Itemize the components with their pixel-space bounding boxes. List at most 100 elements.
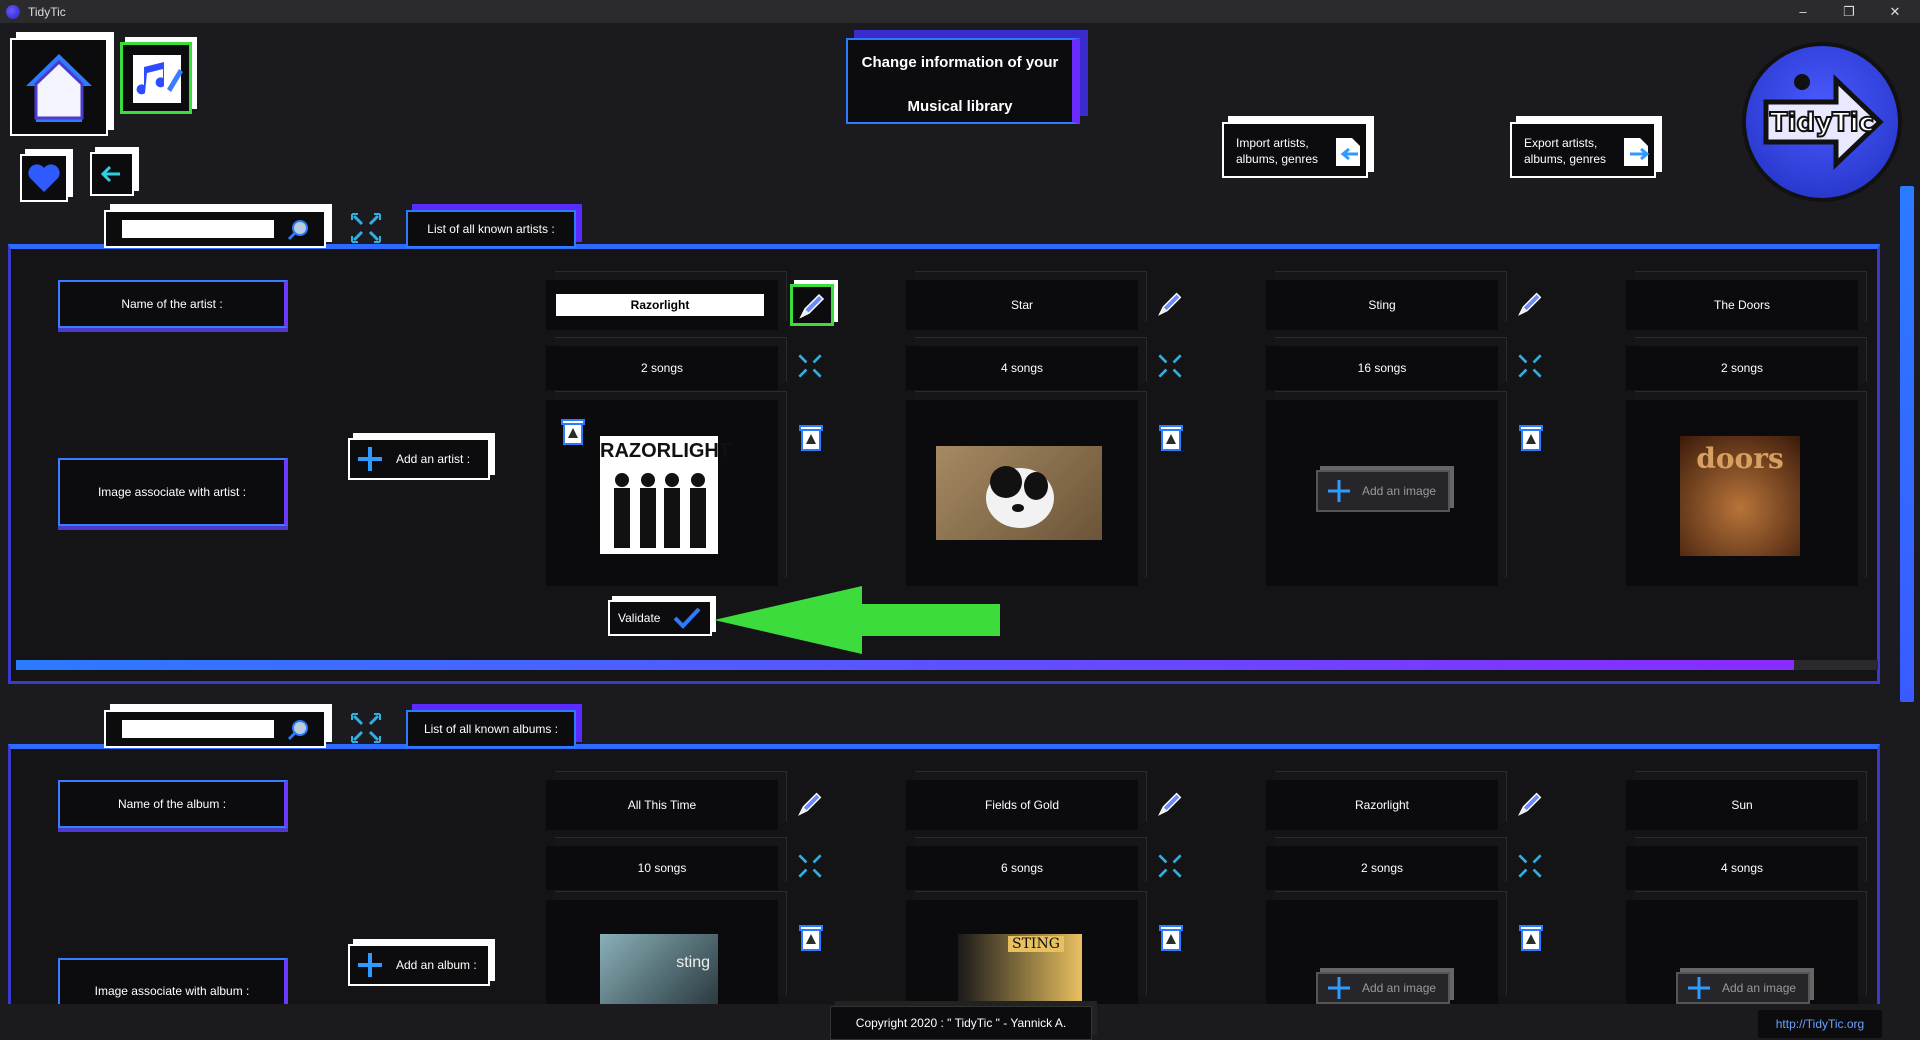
pencil-icon[interactable] [1514, 788, 1546, 820]
trash-icon[interactable] [1516, 922, 1546, 952]
trash-icon[interactable] [1156, 422, 1186, 452]
artist-search-input[interactable] [122, 220, 274, 238]
annotation-arrow-icon [714, 586, 1000, 654]
restore-button[interactable]: ❐ [1826, 0, 1872, 23]
artist-image-cell: Add an image [1266, 400, 1498, 586]
export-label-line1: Export artists, [1524, 136, 1598, 150]
reset-songs-icon[interactable] [1514, 850, 1546, 882]
export-button[interactable]: Export artists, albums, genres [1510, 122, 1656, 178]
pencil-icon [799, 293, 825, 319]
album-name-cell: Razorlight [1266, 780, 1498, 830]
artist-image-cell [906, 400, 1138, 586]
trash-icon[interactable] [558, 416, 588, 446]
add-image-button[interactable]: Add an image [1676, 972, 1810, 1004]
album-name-cell: Fields of Gold [906, 780, 1138, 830]
album-name-label-box: Name of the album : [58, 780, 288, 828]
window-title: TidyTic [28, 4, 66, 19]
artist-image-caption: RAZORLIGHT [600, 440, 732, 462]
plus-icon [1688, 977, 1710, 999]
tidytic-logo: TidyTic [1742, 42, 1902, 202]
albums-list-title: List of all known albums : [406, 710, 576, 748]
home-button[interactable] [10, 38, 108, 136]
trash-icon[interactable] [1516, 422, 1546, 452]
pencil-icon[interactable] [1154, 288, 1186, 320]
import-button[interactable]: Import artists, albums, genres [1222, 122, 1368, 178]
artist-image: RAZORLIGHT [600, 436, 732, 554]
search-icon[interactable] [286, 718, 310, 742]
app-icon [6, 4, 20, 19]
artist-search-box [104, 210, 326, 248]
reset-songs-icon[interactable] [794, 850, 826, 882]
search-icon[interactable] [286, 218, 310, 242]
add-artist-button[interactable]: Add an artist : [348, 438, 490, 480]
reset-songs-icon[interactable] [1154, 850, 1186, 882]
band-photo-icon [614, 473, 706, 548]
artists-list-title: List of all known artists : [406, 210, 576, 248]
music-edit-button[interactable] [120, 42, 192, 114]
favorites-button[interactable] [20, 154, 68, 202]
pencil-icon[interactable] [794, 788, 826, 820]
artist-name-cell: Star [906, 280, 1138, 330]
validate-label: Validate [618, 611, 661, 625]
website-link[interactable]: http://TidyTic.org [1758, 1010, 1882, 1038]
reset-songs-icon[interactable] [1514, 350, 1546, 382]
album-image-caption: STING [1008, 936, 1064, 952]
reset-filter-icon[interactable] [348, 710, 384, 746]
plus-icon [358, 447, 382, 471]
album-image-caption: sting [676, 954, 710, 971]
dog-photo-icon [986, 466, 1054, 528]
trash-icon[interactable] [1156, 922, 1186, 952]
album-image-cell: sting [546, 900, 778, 1004]
checkmark-icon [674, 607, 701, 629]
file-import-icon [1336, 138, 1360, 166]
add-image-button[interactable]: Add an image [1316, 972, 1450, 1004]
plus-icon [358, 953, 382, 977]
artist-name-input[interactable] [556, 294, 764, 316]
page-scrollbar[interactable] [1900, 186, 1914, 702]
back-button[interactable] [90, 152, 134, 196]
artist-songs-cell: 4 songs [906, 346, 1138, 390]
album-search-box [104, 710, 326, 748]
album-songs-cell: 10 songs [546, 846, 778, 890]
artists-scroll-thumb[interactable] [16, 660, 1794, 670]
album-image-label-box: Image associate with album : [58, 958, 288, 1004]
album-image: STING [958, 934, 1082, 1004]
album-image-cell: Add an image [1626, 900, 1858, 1004]
artist-name-label-box: Name of the artist : [58, 280, 288, 328]
album-songs-cell: 6 songs [906, 846, 1138, 890]
artist-image-label-box: Image associate with artist : [58, 458, 288, 526]
trash-icon[interactable] [796, 922, 826, 952]
artist-image-cell: doors [1626, 400, 1858, 586]
artist-image-cell: RAZORLIGHT [546, 400, 778, 586]
album-name-cell: All This Time [546, 780, 778, 830]
title-bar: TidyTic – ❐ ✕ [0, 0, 1920, 23]
album-image-cell: STING [906, 900, 1138, 1004]
edit-artist-button[interactable] [790, 284, 834, 326]
validate-button[interactable]: Validate [608, 600, 712, 636]
album-image: sting [600, 934, 718, 1004]
artist-songs-cell: 2 songs [546, 346, 778, 390]
artist-image-caption: doors [1696, 442, 1784, 475]
add-album-button[interactable]: Add an album : [348, 944, 490, 986]
home-icon [26, 54, 92, 122]
artist-name-cell [546, 280, 778, 330]
reset-filter-icon[interactable] [348, 210, 384, 246]
arrow-left-icon [100, 165, 120, 183]
trash-icon[interactable] [796, 422, 826, 452]
minimize-button[interactable]: – [1780, 0, 1826, 23]
reset-songs-icon[interactable] [794, 350, 826, 382]
close-button[interactable]: ✕ [1872, 0, 1918, 23]
album-search-input[interactable] [122, 720, 274, 738]
file-export-icon [1624, 138, 1650, 166]
pencil-icon[interactable] [1514, 288, 1546, 320]
pencil-icon[interactable] [1154, 788, 1186, 820]
add-image-button[interactable]: Add an image [1316, 470, 1450, 512]
logo-text: TidyTic [1769, 107, 1875, 139]
copyright-box: Copyright 2020 : " TidyTic " - Yannick A… [830, 1006, 1092, 1040]
artist-songs-cell: 16 songs [1266, 346, 1498, 390]
artist-image: doors [1680, 436, 1800, 556]
album-image-cell: Add an image [1266, 900, 1498, 1004]
reset-songs-icon[interactable] [1154, 350, 1186, 382]
music-note-icon [133, 55, 183, 103]
album-name-cell: Sun [1626, 780, 1858, 830]
